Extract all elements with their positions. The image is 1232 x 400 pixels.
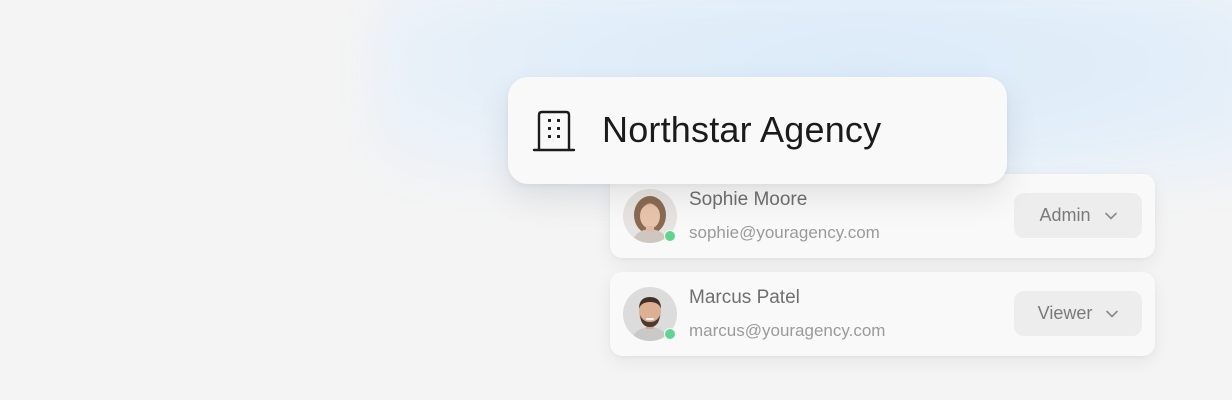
chevron-down-icon <box>1106 310 1119 317</box>
role-dropdown[interactable]: Admin <box>1014 193 1142 238</box>
member-row-sophie[interactable]: Sophie Moore sophie@youragency.com Admin <box>610 174 1155 258</box>
avatar <box>623 287 677 341</box>
role-label: Admin <box>1039 205 1091 225</box>
role-dropdown[interactable]: Viewer <box>1014 291 1142 336</box>
avatar <box>623 189 677 243</box>
role-label: Viewer <box>1037 303 1093 323</box>
building-icon <box>532 110 576 152</box>
member-email: marcus@youragency.com <box>689 321 886 340</box>
online-status-indicator <box>664 230 676 242</box>
organization-card[interactable]: Northstar Agency <box>508 77 1007 184</box>
member-name: Sophie Moore <box>689 189 808 210</box>
chevron-down-icon <box>1104 212 1117 219</box>
online-status-indicator <box>664 328 676 340</box>
organization-name: Northstar Agency <box>602 109 882 150</box>
member-name: Marcus Patel <box>689 287 800 308</box>
member-row-marcus[interactable]: Marcus Patel marcus@youragency.com Viewe… <box>610 272 1155 356</box>
member-email: sophie@youragency.com <box>689 223 880 242</box>
